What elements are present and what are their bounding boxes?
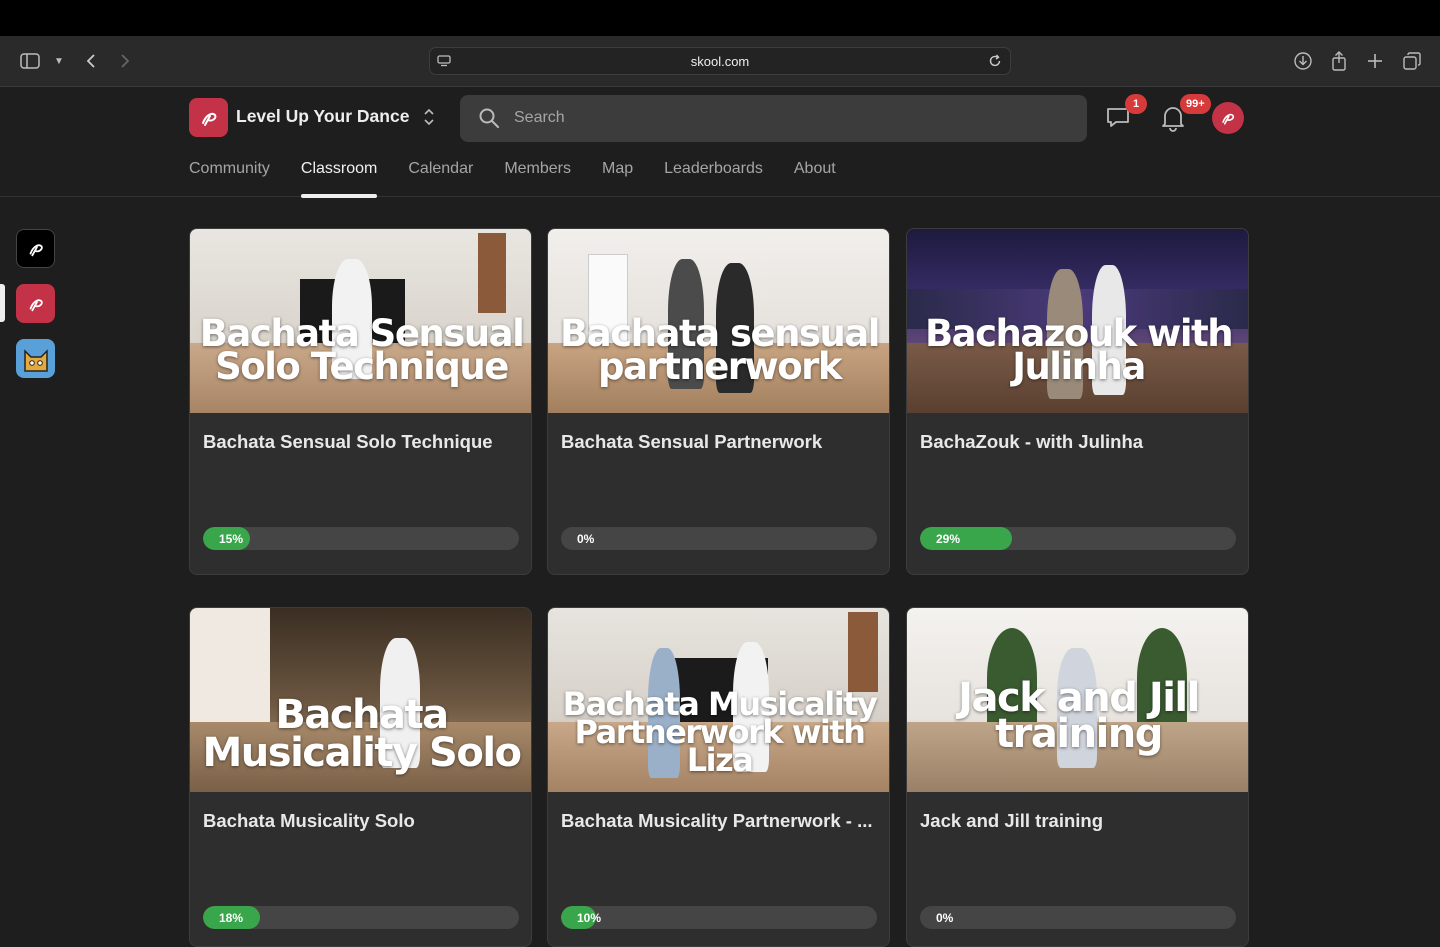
address-bar[interactable]: skool.com xyxy=(429,47,1011,75)
thumbnail-overlay-text: Bachata sensual partnerwork xyxy=(560,312,880,388)
course-title: BachaZouk - with Julinha xyxy=(920,431,1144,452)
progress-label: 15% xyxy=(219,532,244,546)
progress-label: 0% xyxy=(936,911,954,925)
course-title: Jack and Jill training xyxy=(920,810,1104,831)
course-card[interactable]: Bachata Musicality Solo Bachata Musicalit… xyxy=(189,607,532,947)
course-card[interactable]: Bachata Sensual Solo Technique Bachata Se… xyxy=(189,228,532,575)
thumbnail-overlay-text: Bachazouk with Julinha xyxy=(924,312,1234,388)
forward-icon[interactable] xyxy=(114,50,136,72)
course-progress-bar: 29% xyxy=(920,527,1236,550)
group-switcher-icon[interactable] xyxy=(419,106,439,130)
course-progress-bar: 10% xyxy=(561,906,877,929)
tab-classroom[interactable]: Classroom xyxy=(300,152,378,198)
group-switch-item-1[interactable] xyxy=(16,229,55,268)
tab-community[interactable]: Community xyxy=(189,152,270,197)
search-bar[interactable] xyxy=(460,95,1087,142)
url-text: skool.com xyxy=(690,53,750,69)
progress-label: 10% xyxy=(577,911,602,925)
chevron-down-icon[interactable]: ▼ xyxy=(48,50,70,72)
dance-logo-icon xyxy=(1222,113,1235,125)
course-progress-bar: 18% xyxy=(203,906,519,929)
course-card[interactable]: Bachazouk with Julinha BachaZouk - with J… xyxy=(906,228,1249,575)
thumbnail-overlay-text: Bachata Musicality Solo xyxy=(202,692,522,776)
share-icon[interactable] xyxy=(1328,50,1350,72)
progress-label: 18% xyxy=(219,911,244,925)
group-nav: Community Classroom Calendar Members Map… xyxy=(189,152,867,198)
course-thumbnail: Bachazouk with Julinha xyxy=(907,229,1248,413)
course-thumbnail: Jack and Jill training xyxy=(907,608,1248,792)
group-header: Level Up Your Dance 1 99+ Community Clas… xyxy=(0,88,1440,198)
course-title: Bachata Sensual Partnerwork xyxy=(561,431,823,452)
tab-calendar[interactable]: Calendar xyxy=(408,152,473,197)
course-card[interactable]: Bachata sensual partnerwork Bachata Sensu… xyxy=(547,228,890,575)
course-title: Bachata Sensual Solo Technique xyxy=(203,431,493,452)
new-tab-icon[interactable] xyxy=(1364,50,1386,72)
course-card[interactable]: Bachata Musicality Partnerwork with Liza … xyxy=(547,607,890,947)
reload-icon[interactable] xyxy=(986,52,1004,70)
browser-toolbar: ▼ skool.com xyxy=(0,36,1440,87)
back-icon[interactable] xyxy=(80,50,102,72)
course-thumbnail: Bachata Musicality Solo xyxy=(190,608,531,792)
course-thumbnail: Bachata Sensual Solo Technique xyxy=(190,229,531,413)
course-title: Bachata Musicality Partnerwork - ... xyxy=(561,810,873,831)
tab-overview-icon[interactable] xyxy=(1401,50,1423,72)
search-icon xyxy=(479,108,499,128)
group-switch-item-3[interactable] xyxy=(16,339,55,378)
group-logo[interactable] xyxy=(189,98,228,137)
course-thumbnail: Bachata sensual partnerwork xyxy=(548,229,889,413)
progress-label: 29% xyxy=(936,532,961,546)
course-progress-bar: 15% xyxy=(203,527,519,550)
cat-avatar-icon xyxy=(23,348,48,372)
search-input[interactable] xyxy=(514,105,1074,131)
course-title: Bachata Musicality Solo xyxy=(203,810,415,831)
dance-logo-icon xyxy=(29,298,43,311)
chat-badge: 1 xyxy=(1125,94,1147,114)
dance-logo-icon xyxy=(201,112,216,126)
tab-about[interactable]: About xyxy=(794,152,836,197)
tab-leaderboards[interactable]: Leaderboards xyxy=(664,152,763,197)
course-card[interactable]: Jack and Jill training Jack and Jill trai… xyxy=(906,607,1249,947)
dance-logo-icon xyxy=(29,243,43,256)
progress-label: 0% xyxy=(577,532,595,546)
thumbnail-overlay-text: Jack and Jill training xyxy=(958,675,1200,757)
notification-badge: 99+ xyxy=(1180,94,1211,114)
tab-members[interactable]: Members xyxy=(504,152,571,197)
sidebar-toggle-icon[interactable] xyxy=(19,50,41,72)
group-switch-item-2[interactable] xyxy=(16,284,55,323)
user-avatar[interactable] xyxy=(1212,102,1244,134)
selected-group-indicator xyxy=(0,284,5,322)
system-top-bar xyxy=(0,0,1440,36)
page-settings-icon[interactable] xyxy=(436,53,452,69)
group-name[interactable]: Level Up Your Dance xyxy=(236,106,409,127)
download-icon[interactable] xyxy=(1292,50,1314,72)
thumbnail-overlay-text: Bachata Musicality Partnerwork with Liza xyxy=(562,685,878,779)
course-progress-bar: 0% xyxy=(561,527,877,550)
tab-map[interactable]: Map xyxy=(602,152,633,197)
thumbnail-overlay-text: Bachata Sensual Solo Technique xyxy=(199,312,525,388)
course-thumbnail: Bachata Musicality Partnerwork with Liza xyxy=(548,608,889,792)
course-progress-bar: 0% xyxy=(920,906,1236,929)
